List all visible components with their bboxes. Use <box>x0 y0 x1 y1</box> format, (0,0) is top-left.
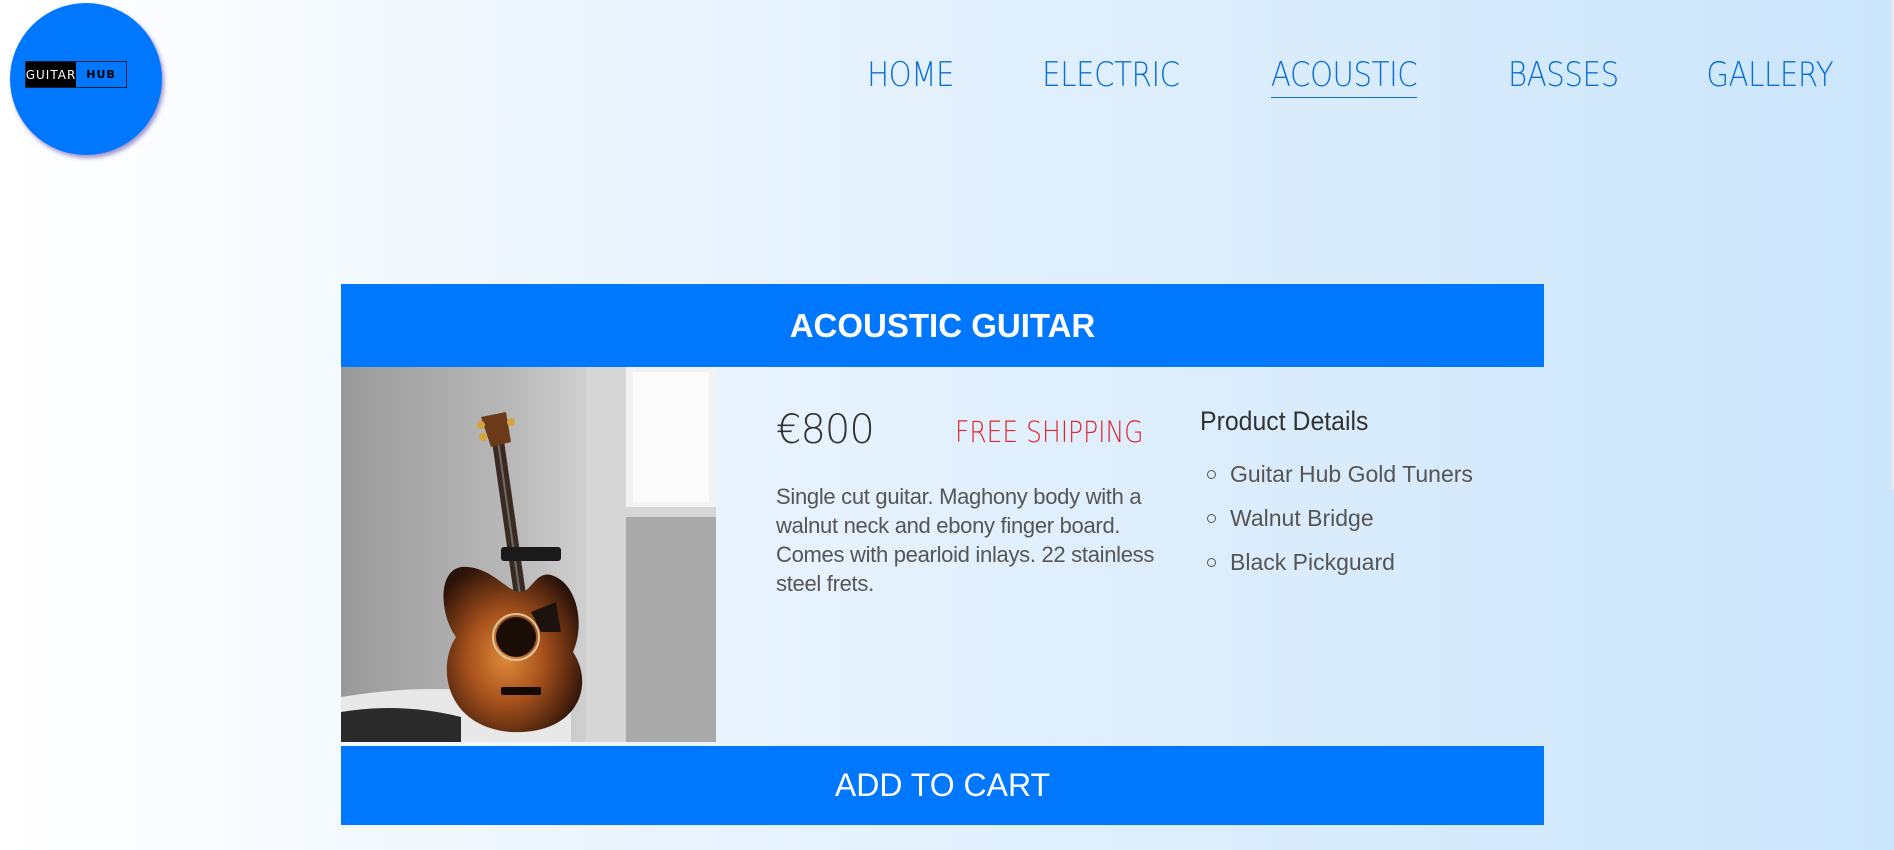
bullet-icon <box>1207 470 1216 479</box>
nav-item-basses[interactable]: BASSES <box>1508 55 1619 98</box>
product-description: Single cut guitar. Maghony body with a w… <box>776 484 1155 596</box>
logo-text-guitar: GUITAR <box>26 62 76 87</box>
nav-item-electric[interactable]: ELECTRIC <box>1042 55 1180 98</box>
bullet-icon <box>1207 514 1216 523</box>
nav-item-gallery[interactable]: GALLERY <box>1707 55 1834 98</box>
nav-item-acoustic[interactable]: ACOUSTIC <box>1271 55 1418 99</box>
product-details-heading: Product Details <box>1200 406 1369 436</box>
add-to-cart-button[interactable]: ADD TO CART <box>341 746 1544 825</box>
product-title: ACOUSTIC GUITAR <box>341 284 1544 367</box>
list-item: Black Pickguard <box>1200 540 1473 584</box>
shipping-badge: FREE SHIPPING <box>955 415 1144 449</box>
product-image <box>341 367 716 742</box>
logo-text-hub: HUB <box>86 68 116 81</box>
product-price: €800 <box>776 407 875 453</box>
logo-wordmark: GUITAR HUB <box>25 61 127 88</box>
main-nav: HOME ELECTRIC ACOUSTIC BASSES GALLERY <box>860 55 1844 99</box>
detail-text: Guitar Hub Gold Tuners <box>1230 461 1473 487</box>
list-item: Guitar Hub Gold Tuners <box>1200 452 1473 496</box>
list-item: Walnut Bridge <box>1200 496 1473 540</box>
nav-item-home[interactable]: HOME <box>867 55 954 98</box>
product-details-list: Guitar Hub Gold Tuners Walnut Bridge Bla… <box>1200 452 1473 584</box>
detail-text: Walnut Bridge <box>1230 505 1374 531</box>
detail-text: Black Pickguard <box>1230 549 1395 575</box>
bullet-icon <box>1207 558 1216 567</box>
